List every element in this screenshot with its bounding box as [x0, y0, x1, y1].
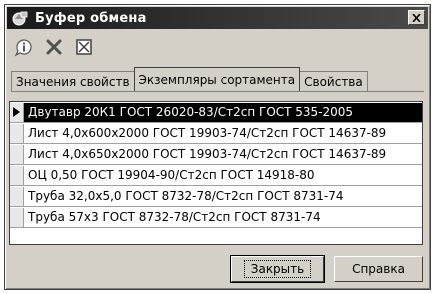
help-button[interactable]: Справка [334, 256, 423, 282]
title-bar[interactable]: Буфер обмена [7, 7, 428, 29]
row-marker[interactable] [10, 207, 24, 227]
info-icon [14, 39, 32, 57]
window-title: Буфер обмена [35, 10, 147, 26]
row-marker[interactable] [10, 144, 24, 164]
help-button-label: Справка [352, 262, 405, 276]
delete-icon [46, 39, 62, 55]
list-item[interactable]: Двутавр 20К1 ГОСТ 26020-83/Ст2сп ГОСТ 53… [10, 102, 422, 123]
info-button[interactable] [13, 36, 35, 58]
list-item[interactable]: ОЦ 0,50 ГОСТ 19904-90/Ст2сп ГОСТ 14918-8… [10, 165, 422, 186]
list-item[interactable]: Лист 4,0х600х2000 ГОСТ 19903-74/Ст2сп ГО… [10, 123, 422, 144]
list-item-text: Лист 4,0х650х2000 ГОСТ 19903-74/Ст2сп ГО… [28, 146, 387, 161]
toolbar [13, 35, 95, 59]
list-item-text: Труба 32,0х5,0 ГОСТ 8732-78/Ст2сп ГОСТ 8… [28, 188, 344, 203]
list-item[interactable]: Труба 32,0х5,0 ГОСТ 8732-78/Ст2сп ГОСТ 8… [10, 186, 422, 207]
row-marker[interactable] [10, 165, 24, 185]
close-button[interactable]: Закрыть [230, 255, 325, 283]
list-item[interactable]: Труба 57х3 ГОСТ 8732-78/Ст2сп ГОСТ 8731-… [10, 207, 422, 228]
list-item-text: Труба 57х3 ГОСТ 8732-78/Ст2сп ГОСТ 8731-… [28, 209, 321, 224]
row-marker[interactable] [10, 123, 24, 143]
tab-strip: Значения свойств Экземпляры сортамента С… [11, 67, 368, 91]
tab-properties[interactable]: Свойства [299, 71, 368, 91]
clear-all-button[interactable] [73, 36, 95, 58]
close-button-label: Закрыть [243, 260, 312, 278]
list-item-text: ОЦ 0,50 ГОСТ 19904-90/Ст2сп ГОСТ 14918-8… [28, 167, 315, 182]
assortment-list[interactable]: Двутавр 20К1 ГОСТ 26020-83/Ст2сп ГОСТ 53… [9, 101, 423, 245]
row-marker[interactable] [10, 186, 24, 206]
list-item-text: Лист 4,0х600х2000 ГОСТ 19903-74/Ст2сп ГО… [28, 125, 387, 140]
list-item-text: Двутавр 20К1 ГОСТ 26020-83/Ст2сп ГОСТ 53… [24, 102, 422, 122]
close-icon [412, 13, 421, 22]
row-marker[interactable] [10, 102, 24, 122]
list-item[interactable]: Лист 4,0х650х2000 ГОСТ 19903-74/Ст2сп ГО… [10, 144, 422, 165]
clipboard-app-icon [12, 11, 28, 26]
tab-assortment-instances[interactable]: Экземпляры сортамента [133, 67, 301, 91]
close-window-button[interactable] [408, 10, 425, 25]
current-row-arrow-icon [13, 107, 20, 117]
delete-button[interactable] [43, 36, 65, 58]
tab-property-values[interactable]: Значения свойств [11, 71, 135, 91]
clear-icon [76, 39, 92, 55]
